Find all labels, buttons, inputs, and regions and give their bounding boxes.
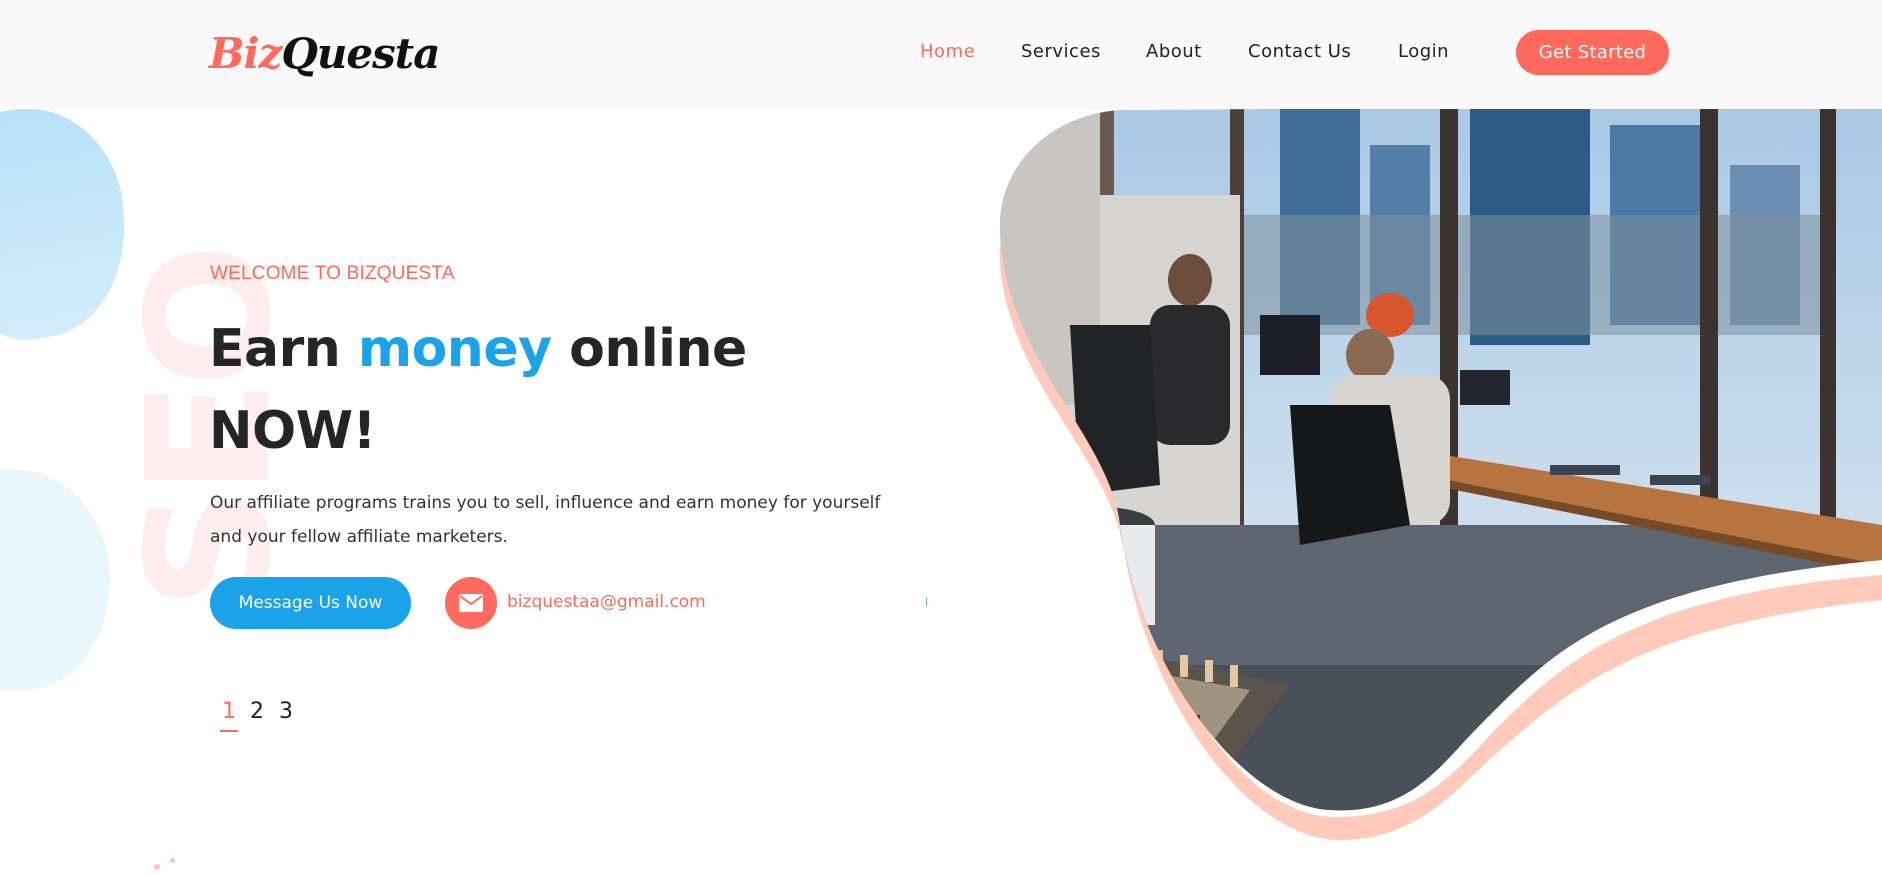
headline-pre: Earn bbox=[209, 319, 358, 379]
hero-headline: Earn money online NOW! bbox=[209, 308, 849, 472]
welcome-eyebrow: WELCOME TO BIZQUESTA bbox=[210, 263, 455, 284]
slide-3[interactable]: 3 bbox=[279, 697, 293, 727]
headline-post: online bbox=[551, 319, 747, 379]
decorative-dot bbox=[154, 864, 160, 870]
nav-about[interactable]: About bbox=[1146, 40, 1202, 64]
active-slide-underline bbox=[220, 730, 238, 732]
headline-highlight: money bbox=[357, 319, 552, 379]
hero-image bbox=[990, 105, 1882, 845]
decorative-blob-bottom bbox=[0, 470, 110, 690]
envelope-glyph bbox=[459, 594, 483, 612]
logo[interactable]: BizQuesta bbox=[209, 26, 440, 82]
logo-part-biz: Biz bbox=[209, 29, 282, 78]
message-us-button[interactable]: Message Us Now bbox=[210, 577, 411, 629]
nav-home[interactable]: Home bbox=[920, 40, 975, 64]
logo-part-questa: Questa bbox=[281, 29, 440, 78]
headline-line2: NOW! bbox=[209, 401, 376, 461]
slide-1[interactable]: 1 bbox=[222, 697, 236, 727]
nav-login[interactable]: Login bbox=[1398, 40, 1449, 64]
nav-services[interactable]: Services bbox=[1021, 40, 1101, 64]
get-started-button[interactable]: Get Started bbox=[1516, 30, 1669, 75]
hero-description: Our affiliate programs trains you to sel… bbox=[210, 493, 881, 547]
decorative-dot bbox=[170, 858, 175, 863]
email-link[interactable]: bizquestaa@gmail.com bbox=[507, 592, 706, 612]
site-header: BizQuesta Home Services About Contact Us… bbox=[0, 0, 1882, 109]
nav-contact-us[interactable]: Contact Us bbox=[1248, 40, 1351, 64]
page: SEO BizQuesta Home Services About Contac… bbox=[0, 0, 1882, 875]
slide-2[interactable]: 2 bbox=[250, 697, 264, 727]
decorative-tick bbox=[926, 598, 927, 606]
office-photo-illustration bbox=[999, 105, 1882, 840]
envelope-icon[interactable] bbox=[445, 577, 497, 629]
